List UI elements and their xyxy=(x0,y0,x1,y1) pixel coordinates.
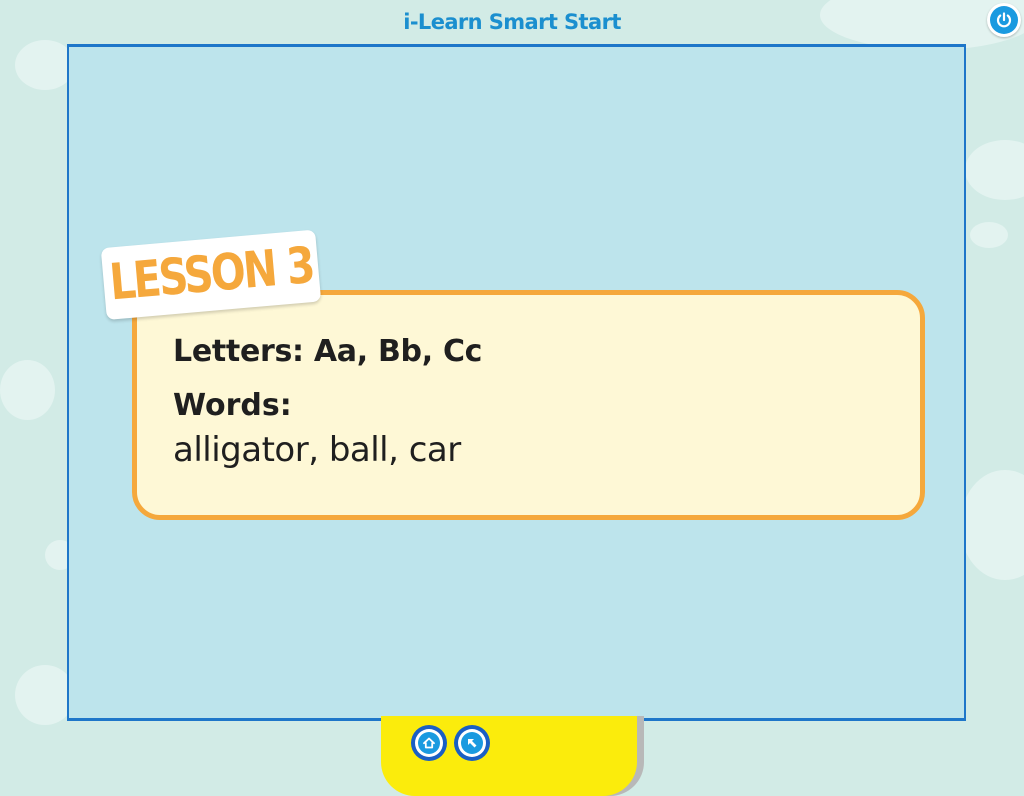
background-cloud xyxy=(965,140,1024,200)
background-cloud xyxy=(960,470,1024,580)
words-list: alligator, ball, car xyxy=(173,430,461,470)
home-button[interactable] xyxy=(411,725,447,761)
home-button-ring xyxy=(415,729,443,757)
app-title: i-Learn Smart Start xyxy=(403,10,621,34)
background-cloud xyxy=(15,665,75,725)
back-arrow-icon xyxy=(461,732,483,754)
background-cloud xyxy=(970,222,1008,248)
back-button-ring xyxy=(458,729,486,757)
background-cloud xyxy=(0,360,55,420)
words-heading: Words: xyxy=(173,388,292,423)
power-button[interactable] xyxy=(987,3,1021,37)
background-cloud xyxy=(15,40,75,90)
power-icon xyxy=(990,6,1018,34)
back-button[interactable] xyxy=(454,725,490,761)
letters-line: Letters: Aa, Bb, Cc xyxy=(173,334,483,369)
home-icon xyxy=(418,732,440,754)
